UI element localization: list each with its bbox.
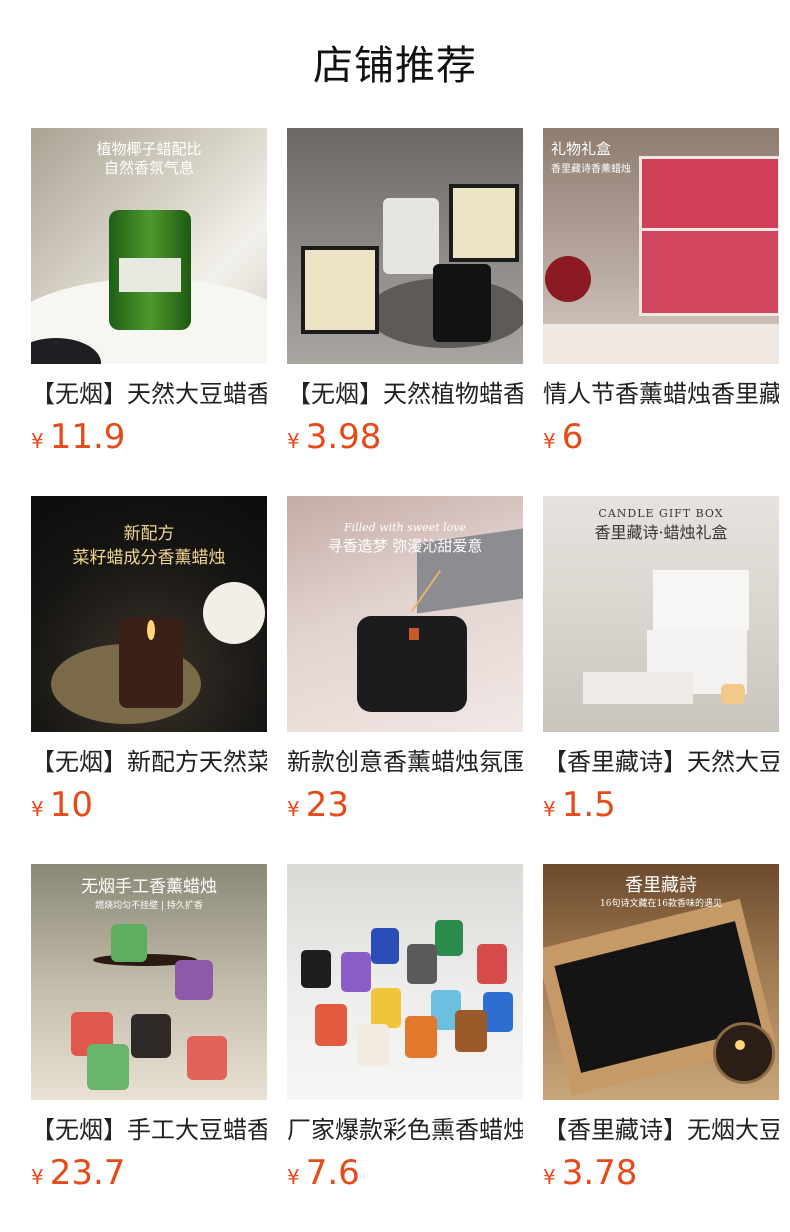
image-caption: 新配方: [123, 524, 175, 544]
product-title[interactable]: 【香里藏诗】天然大豆蜡: [543, 746, 779, 778]
product-image[interactable]: 礼物礼盒 香里藏诗香薰蜡烛: [543, 128, 779, 364]
product-image[interactable]: [287, 128, 523, 364]
product-title[interactable]: 【无烟】天然大豆蜡香薰蜡烛: [31, 378, 267, 410]
product-image[interactable]: Filled with sweet love 寻香造梦 弥漫沁甜爱意: [287, 496, 523, 732]
image-caption: 菜籽蜡成分香薰蜡烛: [72, 548, 226, 568]
page-title: 店铺推荐: [313, 43, 477, 89]
price-value: 7.6: [305, 1153, 360, 1193]
price-value: 11.9: [49, 417, 126, 457]
product-image[interactable]: 新配方 菜籽蜡成分香薰蜡烛: [31, 496, 267, 732]
image-caption: 礼物礼盒: [551, 140, 612, 158]
image-caption: 16句诗文藏在16款香味的遇见: [600, 899, 722, 909]
image-caption: 自然香氛气息: [103, 159, 194, 177]
product-card[interactable]: 礼物礼盒 香里藏诗香薰蜡烛 情人节香薰蜡烛香里藏诗礼盒 ¥6: [543, 128, 779, 458]
currency-symbol: ¥: [31, 429, 44, 453]
product-title[interactable]: 新款创意香薰蜡烛氛围感: [287, 746, 523, 778]
currency-symbol: ¥: [543, 429, 556, 453]
product-card[interactable]: 厂家爆款彩色熏香蜡烛 ¥7.6: [287, 864, 523, 1194]
price-value: 23: [305, 785, 349, 825]
product-title[interactable]: 【无烟】新配方天然菜籽蜡: [31, 746, 267, 778]
product-price: ¥11.9: [31, 416, 267, 458]
price-value: 3.98: [305, 417, 382, 457]
product-card[interactable]: 无烟手工香薰蜡烛 燃烧均匀不挂壁 | 持久扩香 【无烟】手工大豆蜡香薰 ¥23.…: [31, 864, 267, 1194]
price-value: 6: [561, 417, 584, 457]
product-card[interactable]: CANDLE GIFT BOX 香里藏诗·蜡烛礼盒 【香里藏诗】天然大豆蜡 ¥1…: [543, 496, 779, 826]
product-title[interactable]: 【无烟】手工大豆蜡香薰: [31, 1114, 267, 1146]
product-image[interactable]: 香里藏詩 16句诗文藏在16款香味的遇见: [543, 864, 779, 1100]
image-caption: 植物椰子蜡配比: [96, 140, 202, 158]
product-price: ¥7.6: [287, 1152, 523, 1194]
image-caption: 香里藏诗香薰蜡烛: [551, 164, 631, 175]
image-caption: 燃烧均匀不挂壁 | 持久扩香: [95, 901, 203, 911]
product-image[interactable]: 植物椰子蜡配比 自然香氛气息: [31, 128, 267, 364]
product-card[interactable]: 新配方 菜籽蜡成分香薰蜡烛 【无烟】新配方天然菜籽蜡 ¥10: [31, 496, 267, 826]
currency-symbol: ¥: [31, 797, 44, 821]
product-title[interactable]: 情人节香薰蜡烛香里藏诗礼盒: [543, 378, 779, 410]
product-card[interactable]: Filled with sweet love 寻香造梦 弥漫沁甜爱意 新款创意香…: [287, 496, 523, 826]
product-card[interactable]: 香里藏詩 16句诗文藏在16款香味的遇见 【香里藏诗】无烟大豆蜡 ¥3.78: [543, 864, 779, 1194]
product-image[interactable]: CANDLE GIFT BOX 香里藏诗·蜡烛礼盒: [543, 496, 779, 732]
product-price: ¥3.78: [543, 1152, 779, 1194]
product-card[interactable]: 植物椰子蜡配比 自然香氛气息 【无烟】天然大豆蜡香薰蜡烛 ¥11.9: [31, 128, 267, 458]
product-title[interactable]: 【香里藏诗】无烟大豆蜡: [543, 1114, 779, 1146]
product-image[interactable]: 无烟手工香薰蜡烛 燃烧均匀不挂壁 | 持久扩香: [31, 864, 267, 1100]
product-title[interactable]: 厂家爆款彩色熏香蜡烛: [287, 1114, 523, 1146]
image-caption: 香里藏詩: [625, 875, 697, 896]
image-caption: 寻香造梦 弥漫沁甜爱意: [327, 537, 483, 555]
price-value: 3.78: [561, 1153, 638, 1193]
product-price: ¥10: [31, 784, 267, 826]
image-caption: 香里藏诗·蜡烛礼盒: [594, 523, 728, 542]
image-caption: CANDLE GIFT BOX: [598, 507, 724, 520]
price-value: 10: [49, 785, 93, 825]
product-price: ¥23.7: [31, 1152, 267, 1194]
currency-symbol: ¥: [31, 1165, 44, 1189]
currency-symbol: ¥: [287, 797, 300, 821]
price-value: 1.5: [561, 785, 616, 825]
product-price: ¥3.98: [287, 416, 523, 458]
product-card[interactable]: 【无烟】天然植物蜡香薰蜡烛 ¥3.98: [287, 128, 523, 458]
price-value: 23.7: [49, 1153, 126, 1193]
product-price: ¥6: [543, 416, 779, 458]
image-caption: Filled with sweet love: [343, 521, 467, 534]
product-price: ¥1.5: [543, 784, 779, 826]
product-image[interactable]: [287, 864, 523, 1100]
currency-symbol: ¥: [543, 797, 556, 821]
product-title[interactable]: 【无烟】天然植物蜡香薰蜡烛: [287, 378, 523, 410]
currency-symbol: ¥: [287, 1165, 300, 1189]
currency-symbol: ¥: [543, 1165, 556, 1189]
currency-symbol: ¥: [287, 429, 300, 453]
image-caption: 无烟手工香薰蜡烛: [81, 877, 217, 897]
product-price: ¥23: [287, 784, 523, 826]
